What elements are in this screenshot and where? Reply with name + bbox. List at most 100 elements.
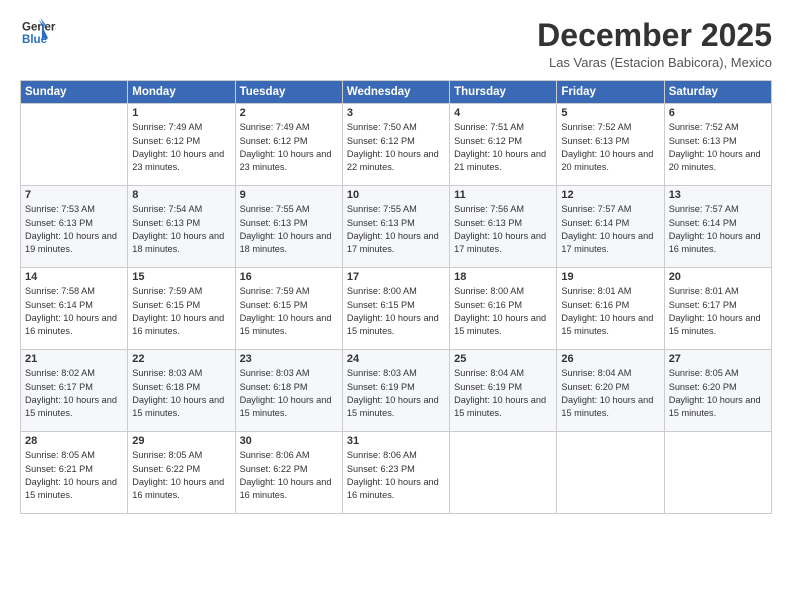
day-number: 2 bbox=[240, 107, 338, 119]
day-number: 9 bbox=[240, 189, 338, 201]
day-number: 30 bbox=[240, 435, 338, 447]
calendar-cell: 19Sunrise: 8:01 AMSunset: 6:16 PMDayligh… bbox=[557, 268, 664, 350]
cell-info: Sunrise: 7:50 AMSunset: 6:12 PMDaylight:… bbox=[347, 121, 445, 174]
day-number: 24 bbox=[347, 353, 445, 365]
calendar-cell bbox=[664, 432, 771, 514]
cell-info: Sunrise: 8:06 AMSunset: 6:22 PMDaylight:… bbox=[240, 449, 338, 502]
calendar-cell: 27Sunrise: 8:05 AMSunset: 6:20 PMDayligh… bbox=[664, 350, 771, 432]
col-sunday: Sunday bbox=[21, 81, 128, 104]
calendar-header-row: Sunday Monday Tuesday Wednesday Thursday… bbox=[21, 81, 772, 104]
day-number: 16 bbox=[240, 271, 338, 283]
calendar-cell: 3 Sunrise: 7:50 AMSunset: 6:12 PMDaylight… bbox=[342, 104, 449, 186]
day-number: 23 bbox=[240, 353, 338, 365]
cell-info: Sunrise: 7:58 AMSunset: 6:14 PMDaylight:… bbox=[25, 285, 123, 338]
cell-info: Sunrise: 8:02 AMSunset: 6:17 PMDaylight:… bbox=[25, 367, 123, 420]
calendar-cell: 11 Sunrise: 7:56 AMSunset: 6:13 PMDayligh… bbox=[450, 186, 557, 268]
svg-text:General: General bbox=[22, 21, 56, 33]
calendar-cell: 10Sunrise: 7:55 AMSunset: 6:13 PMDayligh… bbox=[342, 186, 449, 268]
day-number: 12 bbox=[561, 189, 659, 201]
calendar-cell: 5 Sunrise: 7:52 AMSunset: 6:13 PMDaylight… bbox=[557, 104, 664, 186]
calendar-cell: 12 Sunrise: 7:57 AMSunset: 6:14 PMDayligh… bbox=[557, 186, 664, 268]
calendar-cell: 14 Sunrise: 7:58 AMSunset: 6:14 PMDayligh… bbox=[21, 268, 128, 350]
month-title: December 2025 bbox=[537, 18, 772, 53]
calendar-cell: 2 Sunrise: 7:49 AMSunset: 6:12 PMDaylight… bbox=[235, 104, 342, 186]
cell-info: Sunrise: 7:52 AMSunset: 6:13 PMDaylight:… bbox=[669, 121, 767, 174]
subtitle: Las Varas (Estacion Babicora), Mexico bbox=[537, 55, 772, 70]
cell-info: Sunrise: 8:05 AMSunset: 6:20 PMDaylight:… bbox=[669, 367, 767, 420]
calendar-week-1: 1 Sunrise: 7:49 AMSunset: 6:12 PMDaylight… bbox=[21, 104, 772, 186]
calendar-cell bbox=[450, 432, 557, 514]
cell-info: Sunrise: 7:49 AMSunset: 6:12 PMDaylight:… bbox=[132, 121, 230, 174]
day-number: 25 bbox=[454, 353, 552, 365]
cell-info: Sunrise: 7:49 AMSunset: 6:12 PMDaylight:… bbox=[240, 121, 338, 174]
day-number: 28 bbox=[25, 435, 123, 447]
page: General Blue December 2025 Las Varas (Es… bbox=[0, 0, 792, 612]
day-number: 1 bbox=[132, 107, 230, 119]
calendar-cell: 13Sunrise: 7:57 AMSunset: 6:14 PMDayligh… bbox=[664, 186, 771, 268]
day-number: 7 bbox=[25, 189, 123, 201]
calendar-cell: 29Sunrise: 8:05 AMSunset: 6:22 PMDayligh… bbox=[128, 432, 235, 514]
cell-info: Sunrise: 8:00 AMSunset: 6:16 PMDaylight:… bbox=[454, 285, 552, 338]
cell-info: Sunrise: 7:59 AMSunset: 6:15 PMDaylight:… bbox=[240, 285, 338, 338]
calendar-cell: 23Sunrise: 8:03 AMSunset: 6:18 PMDayligh… bbox=[235, 350, 342, 432]
logo-icon: General Blue bbox=[20, 18, 56, 50]
calendar-week-2: 7 Sunrise: 7:53 AMSunset: 6:13 PMDaylight… bbox=[21, 186, 772, 268]
cell-info: Sunrise: 7:54 AMSunset: 6:13 PMDaylight:… bbox=[132, 203, 230, 256]
calendar-cell: 18Sunrise: 8:00 AMSunset: 6:16 PMDayligh… bbox=[450, 268, 557, 350]
cell-info: Sunrise: 7:51 AMSunset: 6:12 PMDaylight:… bbox=[454, 121, 552, 174]
calendar-table: Sunday Monday Tuesday Wednesday Thursday… bbox=[20, 80, 772, 514]
calendar-cell: 24 Sunrise: 8:03 AMSunset: 6:19 PMDayligh… bbox=[342, 350, 449, 432]
day-number: 15 bbox=[132, 271, 230, 283]
day-number: 20 bbox=[669, 271, 767, 283]
calendar-cell: 6 Sunrise: 7:52 AMSunset: 6:13 PMDaylight… bbox=[664, 104, 771, 186]
day-number: 3 bbox=[347, 107, 445, 119]
logo: General Blue bbox=[20, 18, 56, 50]
col-wednesday: Wednesday bbox=[342, 81, 449, 104]
calendar-cell: 17Sunrise: 8:00 AMSunset: 6:15 PMDayligh… bbox=[342, 268, 449, 350]
col-friday: Friday bbox=[557, 81, 664, 104]
calendar-cell: 1 Sunrise: 7:49 AMSunset: 6:12 PMDaylight… bbox=[128, 104, 235, 186]
day-number: 11 bbox=[454, 189, 552, 201]
col-thursday: Thursday bbox=[450, 81, 557, 104]
day-number: 29 bbox=[132, 435, 230, 447]
header: General Blue December 2025 Las Varas (Es… bbox=[20, 18, 772, 70]
calendar-cell bbox=[21, 104, 128, 186]
calendar-cell: 26Sunrise: 8:04 AMSunset: 6:20 PMDayligh… bbox=[557, 350, 664, 432]
day-number: 21 bbox=[25, 353, 123, 365]
calendar-cell: 16 Sunrise: 7:59 AMSunset: 6:15 PMDayligh… bbox=[235, 268, 342, 350]
day-number: 8 bbox=[132, 189, 230, 201]
cell-info: Sunrise: 8:03 AMSunset: 6:19 PMDaylight:… bbox=[347, 367, 445, 420]
cell-info: Sunrise: 7:57 AMSunset: 6:14 PMDaylight:… bbox=[669, 203, 767, 256]
cell-info: Sunrise: 7:55 AMSunset: 6:13 PMDaylight:… bbox=[240, 203, 338, 256]
calendar-cell: 25 Sunrise: 8:04 AMSunset: 6:19 PMDayligh… bbox=[450, 350, 557, 432]
calendar-week-4: 21 Sunrise: 8:02 AMSunset: 6:17 PMDayligh… bbox=[21, 350, 772, 432]
cell-info: Sunrise: 8:05 AMSunset: 6:21 PMDaylight:… bbox=[25, 449, 123, 502]
cell-info: Sunrise: 7:59 AMSunset: 6:15 PMDaylight:… bbox=[132, 285, 230, 338]
col-tuesday: Tuesday bbox=[235, 81, 342, 104]
calendar-cell bbox=[557, 432, 664, 514]
calendar-cell: 28 Sunrise: 8:05 AMSunset: 6:21 PMDayligh… bbox=[21, 432, 128, 514]
calendar-cell: 8 Sunrise: 7:54 AMSunset: 6:13 PMDaylight… bbox=[128, 186, 235, 268]
day-number: 6 bbox=[669, 107, 767, 119]
cell-info: Sunrise: 7:56 AMSunset: 6:13 PMDaylight:… bbox=[454, 203, 552, 256]
cell-info: Sunrise: 7:53 AMSunset: 6:13 PMDaylight:… bbox=[25, 203, 123, 256]
cell-info: Sunrise: 7:52 AMSunset: 6:13 PMDaylight:… bbox=[561, 121, 659, 174]
day-number: 10 bbox=[347, 189, 445, 201]
calendar-week-3: 14 Sunrise: 7:58 AMSunset: 6:14 PMDayligh… bbox=[21, 268, 772, 350]
calendar-cell: 7 Sunrise: 7:53 AMSunset: 6:13 PMDaylight… bbox=[21, 186, 128, 268]
cell-info: Sunrise: 8:06 AMSunset: 6:23 PMDaylight:… bbox=[347, 449, 445, 502]
calendar-cell: 9 Sunrise: 7:55 AMSunset: 6:13 PMDaylight… bbox=[235, 186, 342, 268]
day-number: 14 bbox=[25, 271, 123, 283]
cell-info: Sunrise: 8:01 AMSunset: 6:17 PMDaylight:… bbox=[669, 285, 767, 338]
calendar-cell: 22Sunrise: 8:03 AMSunset: 6:18 PMDayligh… bbox=[128, 350, 235, 432]
cell-info: Sunrise: 8:01 AMSunset: 6:16 PMDaylight:… bbox=[561, 285, 659, 338]
cell-info: Sunrise: 7:57 AMSunset: 6:14 PMDaylight:… bbox=[561, 203, 659, 256]
cell-info: Sunrise: 8:00 AMSunset: 6:15 PMDaylight:… bbox=[347, 285, 445, 338]
calendar-cell: 30 Sunrise: 8:06 AMSunset: 6:22 PMDayligh… bbox=[235, 432, 342, 514]
day-number: 26 bbox=[561, 353, 659, 365]
day-number: 5 bbox=[561, 107, 659, 119]
calendar-cell: 21 Sunrise: 8:02 AMSunset: 6:17 PMDayligh… bbox=[21, 350, 128, 432]
calendar-cell: 31Sunrise: 8:06 AMSunset: 6:23 PMDayligh… bbox=[342, 432, 449, 514]
cell-info: Sunrise: 8:04 AMSunset: 6:19 PMDaylight:… bbox=[454, 367, 552, 420]
title-block: December 2025 Las Varas (Estacion Babico… bbox=[537, 18, 772, 70]
